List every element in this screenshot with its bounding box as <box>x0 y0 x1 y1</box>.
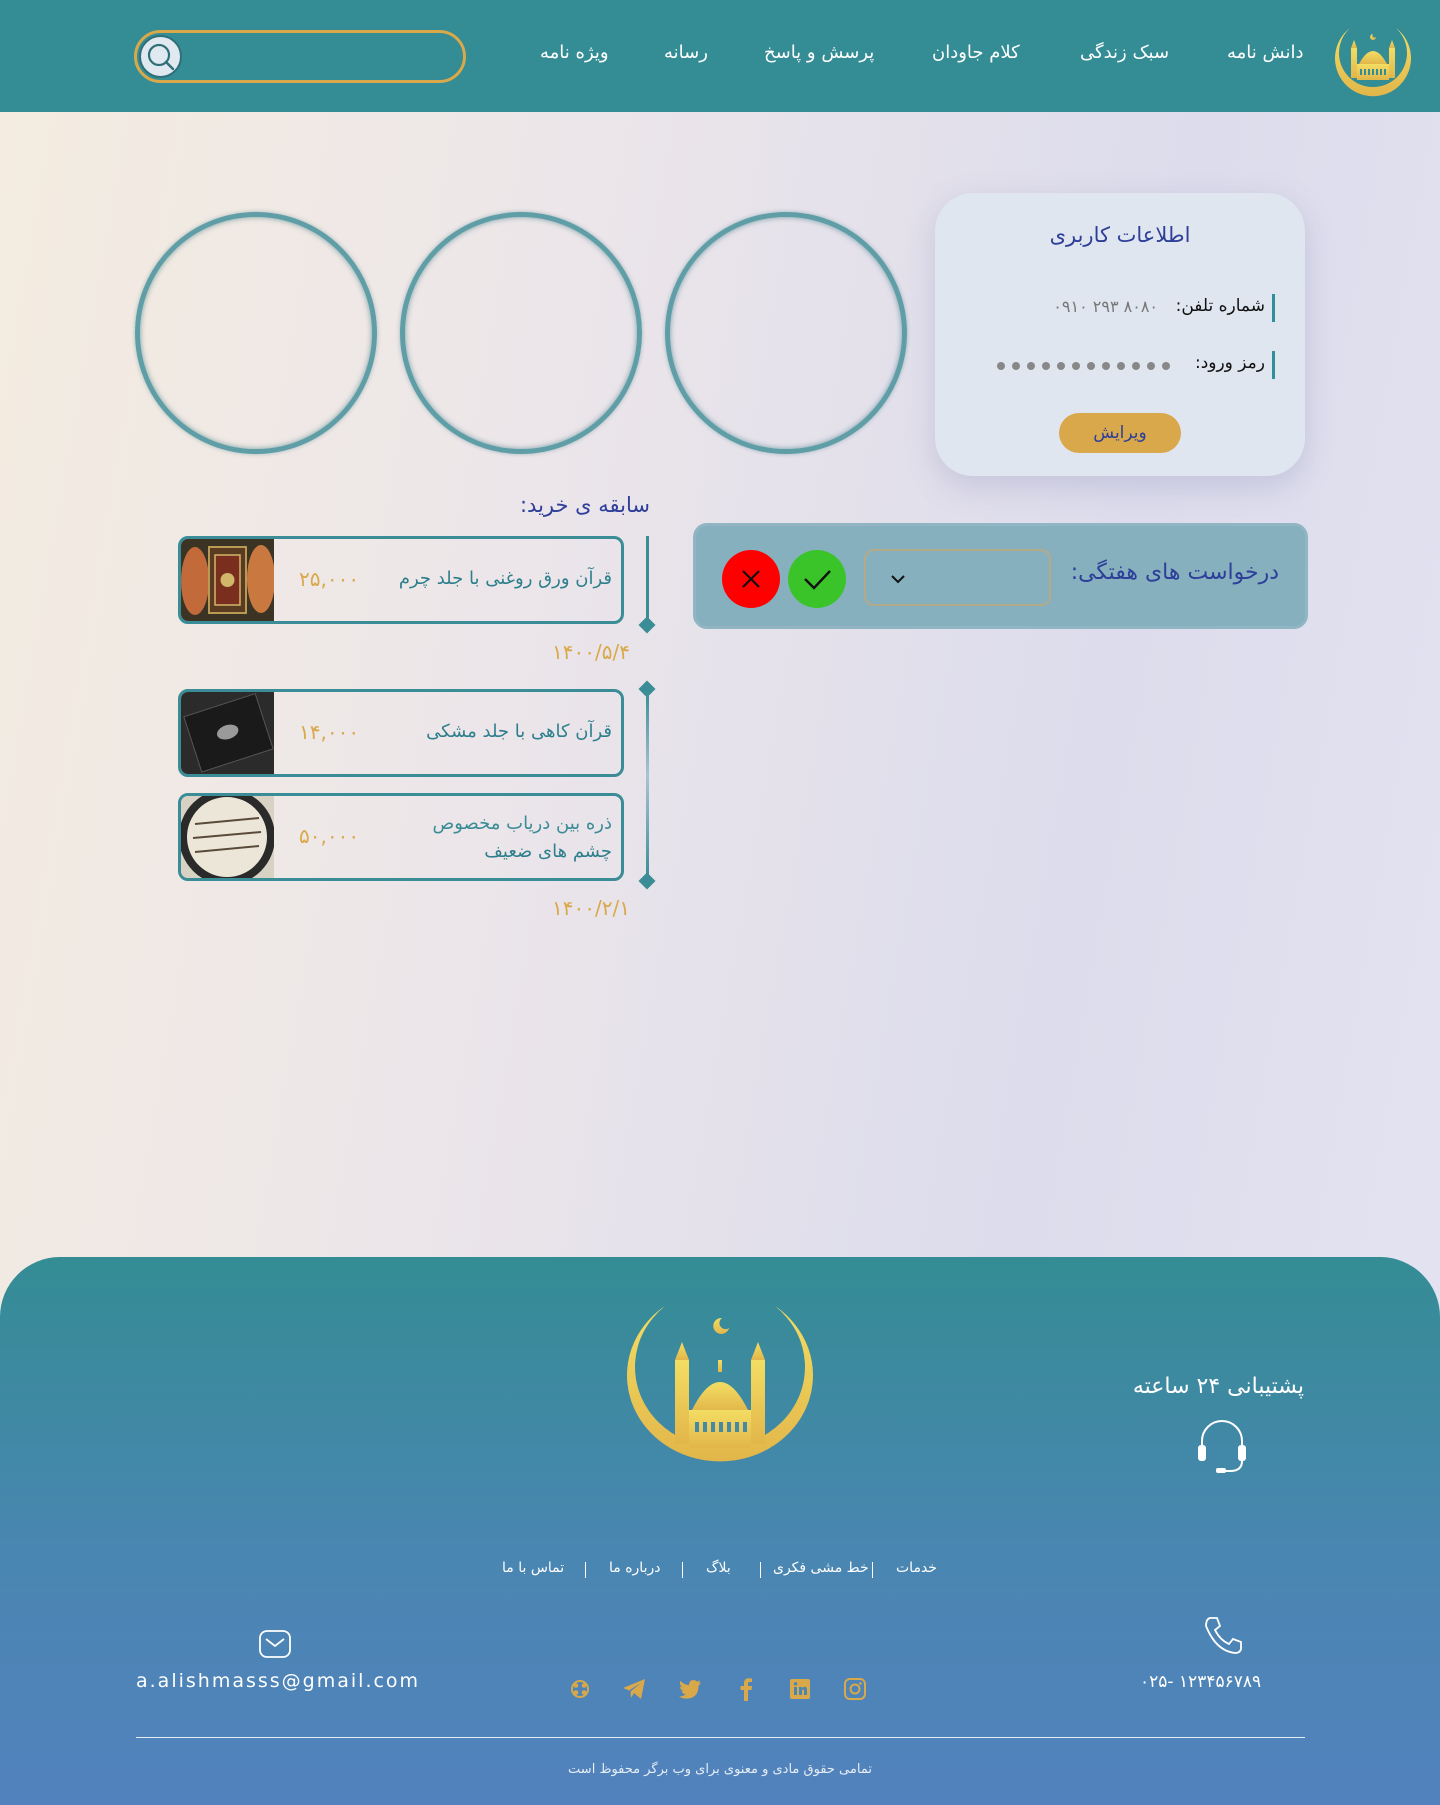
user-info-card: اطلاعات کاربری شماره تلفن: ۰۹۱۰ ۲۹۳ ۸۰۸۰… <box>935 193 1305 476</box>
magnifier-image <box>181 796 274 878</box>
copyright-text: تمامی حقوق مادی و معنوی برای وب برگر محف… <box>568 1762 872 1777</box>
password-dot <box>1012 362 1020 370</box>
weekly-requests-dropdown[interactable] <box>864 549 1051 606</box>
purchase-item[interactable]: ۲۵,۰۰۰ قرآن ورق روغنی با جلد چرم <box>178 536 624 624</box>
instagram-icon[interactable] <box>842 1676 868 1702</box>
divider <box>872 1562 873 1578</box>
item-name: قرآن کاهی با جلد مشکی <box>426 721 612 742</box>
search-button[interactable] <box>139 35 182 78</box>
site-footer: پشتیبانی ۲۴ ساعته خدمات خط مشی فکری بلاگ… <box>0 1257 1440 1805</box>
divider <box>760 1562 761 1578</box>
purchase-history-title: سابقه ی خرید: <box>519 493 650 517</box>
weekly-requests-panel: درخواست های هفتگی: <box>693 523 1308 629</box>
search-icon <box>147 43 175 71</box>
item-name: قرآن ورق روغنی با جلد چرم <box>398 568 612 589</box>
divider <box>585 1562 586 1578</box>
password-dot <box>1147 362 1155 370</box>
support-text: پشتیبانی ۲۴ ساعته <box>1132 1374 1304 1399</box>
footer-link-services[interactable]: خدمات <box>896 1560 937 1576</box>
item-name-line: ذره بین دریاب مخصوص <box>432 813 612 834</box>
nav-lifestyle[interactable]: سبک زندگی <box>1080 42 1169 63</box>
nav-special[interactable]: ویژه نامه <box>540 42 609 63</box>
linkedin-icon[interactable] <box>787 1676 813 1702</box>
item-price: ۱۴,۰۰۰ <box>299 720 360 744</box>
chevron-down-icon <box>891 575 905 584</box>
purchase-item[interactable]: ۱۴,۰۰۰ قرآن کاهی با جلد مشکی <box>178 689 624 777</box>
password-dot <box>1132 362 1140 370</box>
item-name-line: چشم های ضعیف <box>484 841 612 862</box>
divider <box>682 1562 683 1578</box>
footer-link-contact[interactable]: تماس با ما <box>502 1560 564 1576</box>
timeline-line <box>646 690 649 880</box>
password-dot <box>1027 362 1035 370</box>
password-dot <box>1042 362 1050 370</box>
password-dot <box>997 362 1005 370</box>
password-dot <box>1057 362 1065 370</box>
footer-link-blog[interactable]: بلاگ <box>706 1560 731 1576</box>
item-price: ۵۰,۰۰۰ <box>299 824 360 848</box>
quran-black-image <box>181 692 274 774</box>
reject-button[interactable] <box>722 550 780 608</box>
telegram-icon[interactable] <box>621 1676 647 1702</box>
search-box <box>134 30 466 83</box>
password-dot <box>1087 362 1095 370</box>
confirm-button[interactable] <box>788 550 846 608</box>
password-value <box>997 362 1170 370</box>
mosque-logo-icon <box>627 1306 813 1462</box>
check-icon <box>804 570 831 590</box>
footer-link-policy[interactable]: خط مشی فکری <box>773 1560 869 1576</box>
site-header: دانش نامه سبک زندگی کلام جاودان پرسش و پ… <box>0 0 1440 112</box>
nav-encyclopedia[interactable]: دانش نامه <box>1227 42 1303 63</box>
field-accent-bar <box>1272 351 1275 379</box>
headset-icon <box>1198 1420 1246 1473</box>
image-placeholder-circle <box>400 212 642 454</box>
image-placeholder-circle <box>135 212 377 454</box>
purchase-date: ۱۴۰۰/۵/۴ <box>552 640 630 664</box>
password-dot <box>1162 362 1170 370</box>
edit-button[interactable]: ویرایش <box>1059 413 1181 453</box>
quran-leather-image <box>181 539 274 621</box>
purchase-date: ۱۴۰۰/۲/۱ <box>552 896 630 920</box>
nav-media[interactable]: رسانه <box>664 42 708 63</box>
twitter-icon[interactable] <box>677 1676 703 1702</box>
item-name: ذره بین دریاب مخصوص چشم های ضعیف <box>432 810 612 866</box>
password-dot <box>1102 362 1110 370</box>
footer-phone: ۰۲۵- ۱۲۳۴۵۶۷۸۹ <box>1140 1672 1262 1692</box>
timeline-line <box>646 536 649 624</box>
image-placeholder-circle <box>665 212 907 454</box>
user-info-title: اطلاعات کاربری <box>1049 223 1191 247</box>
mosque-logo-icon[interactable] <box>1330 18 1416 104</box>
password-label: رمز ورود: <box>1194 353 1265 373</box>
phone-label: شماره تلفن: <box>1175 296 1265 316</box>
field-accent-bar <box>1272 294 1275 322</box>
close-icon <box>742 570 760 588</box>
nav-eternal-word[interactable]: کلام جاودان <box>932 42 1020 63</box>
search-input[interactable] <box>187 37 453 75</box>
aparat-icon[interactable] <box>567 1676 593 1702</box>
timeline-marker <box>638 616 656 634</box>
purchase-item[interactable]: ۵۰,۰۰۰ ذره بین دریاب مخصوص چشم های ضعیف <box>178 793 624 881</box>
weekly-requests-title: درخواست های هفتگی: <box>1070 560 1279 585</box>
password-dot <box>1072 362 1080 370</box>
footer-email[interactable]: a.alishmasss@gmail.com <box>136 1670 420 1692</box>
nav-questions[interactable]: پرسش و پاسخ <box>764 42 874 63</box>
timeline-marker <box>638 872 656 890</box>
footer-link-about[interactable]: درباره ما <box>609 1560 660 1576</box>
mail-icon <box>259 1630 291 1658</box>
footer-divider <box>136 1737 1305 1738</box>
phone-icon <box>1205 1617 1242 1654</box>
facebook-icon[interactable] <box>733 1676 759 1702</box>
phone-value: ۰۹۱۰ ۲۹۳ ۸۰۸۰ <box>1053 297 1158 316</box>
password-dot <box>1117 362 1125 370</box>
item-price: ۲۵,۰۰۰ <box>299 567 360 591</box>
